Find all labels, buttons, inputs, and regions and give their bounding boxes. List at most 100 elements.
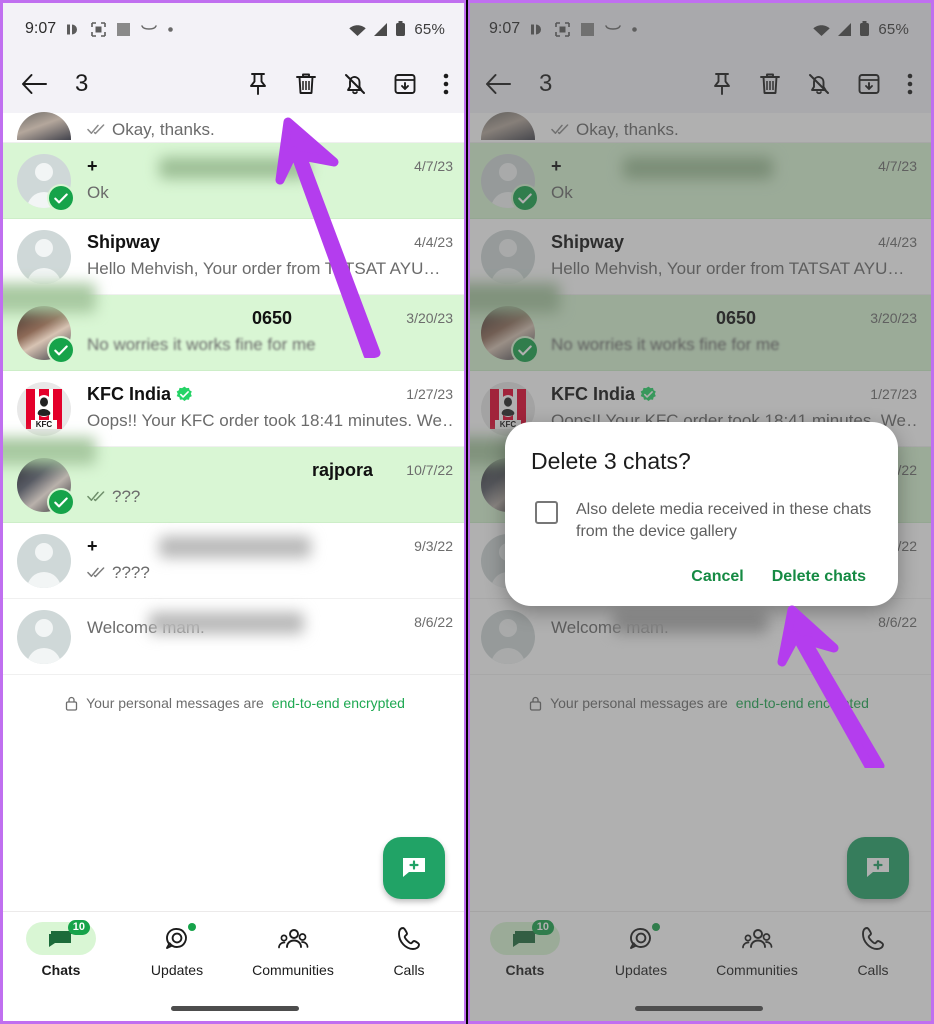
delete-media-checkbox[interactable] [535,501,558,524]
updates-icon [163,926,191,952]
list-item-title-row: Shipway 4/4/23 [87,232,453,253]
list-item-preview-row: Oops!! Your KFC order took 18:41 minutes… [87,411,453,431]
list-item-name-prefix: + [87,536,98,556]
list-item-name: KFC India [87,384,171,404]
read-ticks-icon [87,563,107,583]
list-item[interactable]: Shipway 4/4/23 Hello Mehvish, Your order… [3,219,467,295]
list-item-date: 4/7/23 [414,158,453,174]
avatar [17,306,73,362]
svg-text:KFC: KFC [36,420,53,429]
chats-unread-badge: 10 [67,920,90,935]
encryption-link[interactable]: end-to-end encrypted [272,695,405,711]
pin-icon[interactable] [247,72,269,96]
wifi-icon [348,22,367,37]
calls-icon [397,926,421,952]
nav-item-updates[interactable]: Updates [119,922,235,995]
left-phone-panel: 9:07 65% 3 Okay, thanks. + 4/7/23 Ok Shi… [0,0,467,1024]
screenshot-icon [91,21,106,37]
delete-chats-dialog: Delete 3 chats? Also delete media receiv… [505,422,898,607]
redaction-blur [159,536,311,558]
list-item-date: 9/3/22 [414,538,453,554]
nav-item-chats[interactable]: 10 Chats [3,920,119,995]
list-item[interactable]: + 4/7/23 Ok [3,143,467,219]
list-item-date: 8/6/22 [414,614,453,630]
new-chat-fab[interactable] [383,837,445,899]
cancel-button[interactable]: Cancel [691,568,743,586]
curve-icon [141,24,157,34]
list-item-date: 4/4/23 [414,234,453,250]
avatar [17,230,71,284]
nav-item-calls[interactable]: Calls [351,922,467,995]
read-ticks-icon [87,120,107,140]
kfc-logo-icon: KFC [17,382,71,436]
encryption-notice: Your personal messages are end-to-end en… [3,675,467,711]
list-item-main: KFC India 1/27/23 Oops!! Your KFC order … [71,371,453,431]
communities-icon-wrap [258,922,328,955]
panel-divider [464,0,470,1024]
list-item-name-wrap: Shipway [87,232,160,253]
delete-chats-button[interactable]: Delete chats [772,568,866,586]
back-arrow-icon[interactable] [21,73,57,95]
avatar-image [17,230,71,284]
list-item-name-wrap: + [87,156,309,179]
list-item-title-row: 0650 3/20/23 [3,283,453,329]
battery-percent: 65% [414,20,445,38]
dot-icon [167,26,174,33]
status-bar: 9:07 65% [3,3,467,55]
bottom-nav-items: 10 Chats Updates Communities Calls [3,912,467,995]
encryption-prefix: Your personal messages are [86,695,264,711]
archive-icon[interactable] [393,72,417,96]
list-item-preview: ???? [112,563,150,582]
avatar-image: KFC [17,382,71,436]
right-phone-panel: 9:07 65% 3 Okay, thanks. + 4/7/23 Ok Shi… [467,0,934,1024]
avatar [17,610,71,664]
status-bar-left: 9:07 [25,20,174,38]
square-icon [116,22,131,37]
status-bar-right: 65% [348,21,445,38]
list-item-preview-row: Ok [87,183,453,203]
list-item-name-prefix: + [87,156,98,176]
redaction-blur [159,157,309,179]
home-indicator[interactable] [3,995,467,1021]
list-item-main: Okay, thanks. [71,114,453,140]
communities-icon [277,927,309,951]
avatar-image [17,112,71,140]
list-item[interactable]: 8/6/22 Welcome mam. [3,599,467,675]
list-item-date: 1/27/23 [406,386,453,402]
overflow-menu-icon[interactable] [443,72,449,96]
right-panel-content: 9:07 65% 3 Okay, thanks. + 4/7/23 Ok Shi… [467,3,931,1021]
updates-icon-wrap [142,922,212,955]
updates-status-dot [188,923,196,931]
list-item-preview-row: Okay, thanks. [87,120,453,140]
calls-icon-wrap [374,922,444,955]
selected-check-icon [49,490,73,514]
selected-check-icon [49,186,73,210]
list-item-main: 8/6/22 Welcome mam. [71,599,453,638]
list-item-name: rajpora [312,460,374,480]
avatar [17,154,73,210]
read-ticks-icon [87,487,107,507]
list-item-main: rajpora 10/7/22 ??? [3,437,453,507]
list-item[interactable]: + 9/3/22 ???? [3,523,467,599]
list-item[interactable]: KFC KFC India 1/27/23 Oops!! Your KFC or… [3,371,467,447]
list-item-date: 10/7/22 [406,462,453,478]
nav-label-communities: Communities [252,962,334,978]
list-item[interactable]: Okay, thanks. [3,112,467,143]
list-item-main: + 9/3/22 ???? [71,523,453,583]
mute-icon[interactable] [343,72,367,96]
avatar [17,458,73,514]
list-item-main: Shipway 4/4/23 Hello Mehvish, Your order… [71,219,453,279]
list-item-title-row: + 4/7/23 [87,156,453,179]
list-item-preview: No worries it works fine for me [87,335,316,354]
list-item-preview-row: Hello Mehvish, Your order from TATSAT AY… [87,259,453,279]
list-item[interactable]: 0650 3/20/23 No worries it works fine fo… [3,283,467,371]
verified-badge-icon [176,386,193,403]
avatar [17,112,71,140]
action-bar-buttons [247,72,453,96]
list-item[interactable]: rajpora 10/7/22 ??? [3,437,467,523]
nav-item-communities[interactable]: Communities [235,922,351,995]
list-item-main: + 4/7/23 Ok [71,143,453,203]
delete-icon[interactable] [295,72,317,96]
list-item-name: Shipway [87,232,161,252]
list-item-preview: Okay, thanks. [112,120,215,139]
